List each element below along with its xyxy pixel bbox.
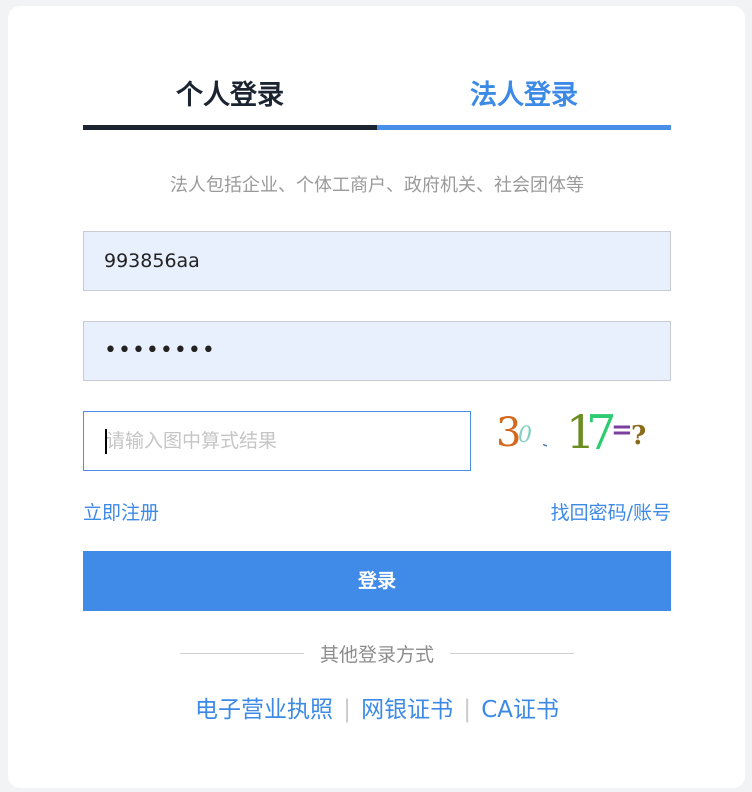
login-button[interactable]: 登录 xyxy=(83,551,671,611)
captcha-minus: - xyxy=(540,434,552,454)
account-links: 立即注册 找回密码/账号 xyxy=(83,498,671,526)
business-license-login[interactable]: 电子营业执照 xyxy=(195,697,333,723)
captcha-digit-0: 0 xyxy=(518,423,532,448)
alt-login-methods: 电子营业执照 | 网银证书 | CA证书 xyxy=(83,690,671,724)
divider-line-right xyxy=(450,653,574,654)
captcha-placeholder: 请输入图中算式结果 xyxy=(106,430,278,452)
login-tabs: 个人登录 法人登录 xyxy=(83,68,671,130)
captcha-image[interactable]: 3 0 - 1 7 = ? xyxy=(494,402,656,464)
username-input[interactable]: 993856aa xyxy=(83,231,671,291)
tab-personal-login[interactable]: 个人登录 xyxy=(83,68,377,130)
captcha-equals: = xyxy=(611,415,633,445)
method-separator: | xyxy=(463,695,472,723)
password-input[interactable]: •••••••• xyxy=(83,321,671,381)
tab-legal-label: 法人登录 xyxy=(470,80,578,111)
legal-entity-hint: 法人包括企业、个体工商户、政府机关、社会团体等 xyxy=(170,175,584,196)
tab-personal-indicator xyxy=(83,125,377,130)
ca-certificate-login[interactable]: CA证书 xyxy=(481,697,559,723)
bank-certificate-login[interactable]: 网银证书 xyxy=(361,697,453,723)
register-link[interactable]: 立即注册 xyxy=(83,498,159,525)
other-methods-divider: 其他登录方式 xyxy=(180,640,574,666)
method-separator: | xyxy=(343,695,352,723)
captcha-question: ? xyxy=(631,421,646,451)
captcha-input[interactable]: 请输入图中算式结果 xyxy=(83,411,471,471)
tab-personal-label: 个人登录 xyxy=(176,80,284,111)
text-caret xyxy=(105,429,107,454)
recover-password-link[interactable]: 找回密码/账号 xyxy=(551,498,671,525)
tab-legal-indicator xyxy=(377,125,671,130)
tab-legal-login[interactable]: 法人登录 xyxy=(377,68,671,130)
